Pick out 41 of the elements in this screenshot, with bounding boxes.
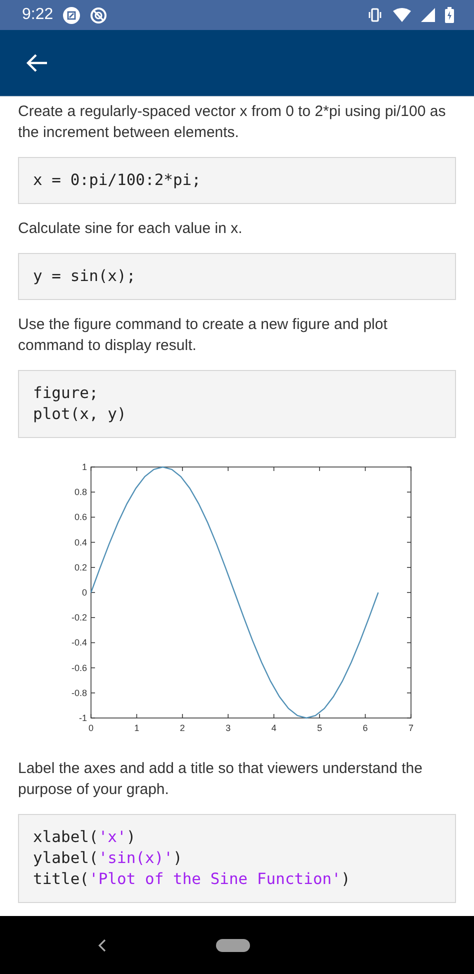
battery-icon xyxy=(445,7,454,23)
sync-icon xyxy=(90,6,108,24)
y-tick-label: -0.6 xyxy=(71,662,87,673)
x-tick-label: 7 xyxy=(408,723,414,733)
y-tick-label: 0.8 xyxy=(74,487,87,498)
y-tick-label: 0.2 xyxy=(74,562,87,572)
home-button[interactable] xyxy=(216,938,250,952)
code-line: y = sin(x); xyxy=(33,266,137,287)
x-tick-label: 4 xyxy=(271,723,276,733)
code-line: title('Plot of the Sine Function') xyxy=(33,869,352,890)
y-tick-label: 0.6 xyxy=(74,512,87,522)
y-tick-label: -1 xyxy=(78,713,87,723)
x-tick-label: 0 xyxy=(88,723,94,733)
x-tick-label: 5 xyxy=(317,723,322,733)
code-line: figure; xyxy=(33,383,100,404)
x-tick-label: 2 xyxy=(180,723,185,733)
code-line: xlabel('x') xyxy=(33,827,137,848)
nav-back-button[interactable] xyxy=(98,938,106,952)
instruction-text: Create a regularly-spaced vector x from 0 to 2*pi using pi/100 as the increment between elements. xyxy=(18,102,447,143)
code-line: plot(x, y) xyxy=(33,404,128,425)
x-tick-label: 1 xyxy=(134,723,140,733)
notification-icon xyxy=(63,6,80,24)
y-tick-label: 0 xyxy=(82,588,87,598)
instruction-text: Label the axes and add a title so that viewers understand the purpose of your graph. xyxy=(18,759,424,800)
signal-icon xyxy=(421,8,435,22)
y-tick-label: 1 xyxy=(82,462,87,472)
vibrate-icon xyxy=(367,8,383,22)
chevron-left-icon xyxy=(98,938,106,952)
back-arrow-icon xyxy=(26,53,48,73)
y-tick-label: -0.8 xyxy=(71,688,87,698)
instruction-text: Calculate sine for each value in x. xyxy=(18,219,244,239)
code-line: ylabel('sin(x)') xyxy=(33,848,184,869)
code-line: x = 0:pi/100:2*pi; xyxy=(33,170,202,191)
x-tick-label: 6 xyxy=(362,723,368,733)
y-tick-label: 0.4 xyxy=(74,537,87,548)
x-tick-label: 3 xyxy=(226,723,231,733)
y-tick-label: -0.4 xyxy=(71,638,87,648)
instruction-text: Use the figure command to create a new figure and plot command to display result. xyxy=(18,315,388,356)
status-time: 9:22 xyxy=(22,6,54,24)
wifi-icon xyxy=(393,8,411,22)
y-tick-label: -0.2 xyxy=(71,612,87,623)
